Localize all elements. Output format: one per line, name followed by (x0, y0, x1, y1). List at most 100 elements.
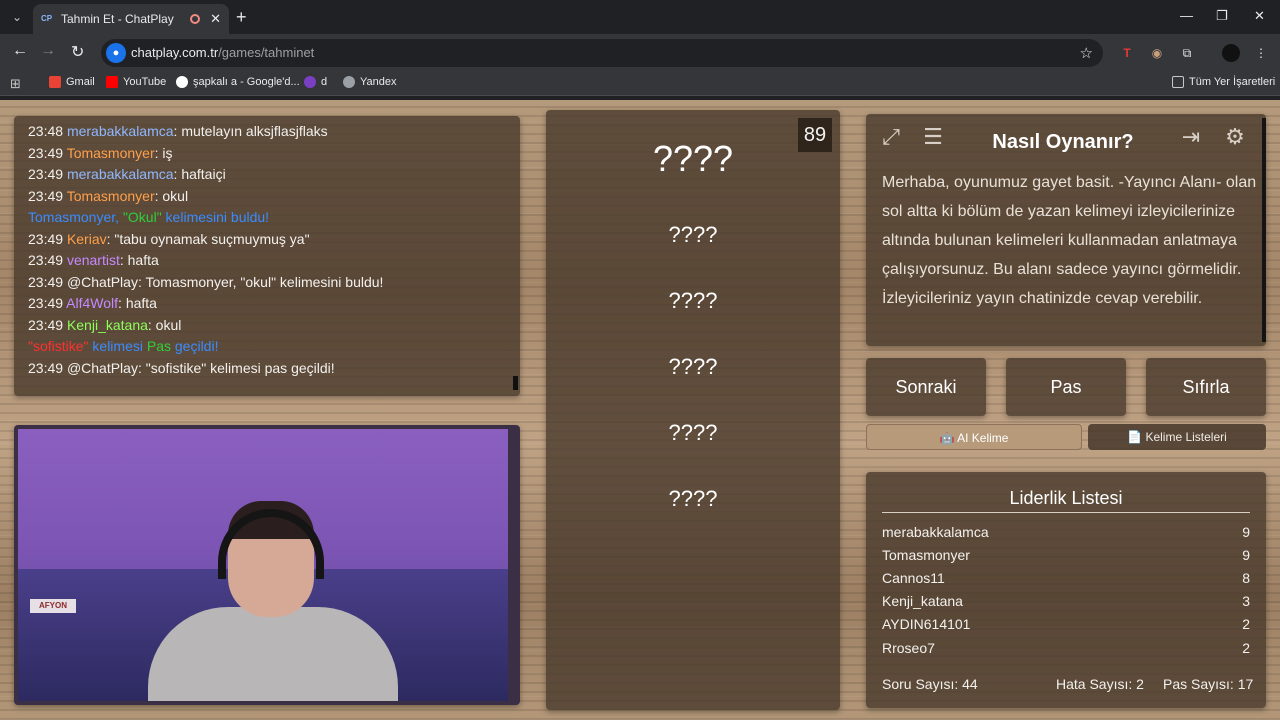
how-to-play-text: Merhaba, oyunumuz gayet basit. -Yayıncı … (882, 174, 1257, 307)
chat-user[interactable]: venartist (67, 252, 120, 268)
chat-time: 23:49 (28, 187, 64, 204)
gmail-icon (49, 76, 61, 88)
player-score: 8 (1242, 569, 1250, 586)
webcam-feed: AFYON (18, 429, 508, 701)
chat-scrollbar[interactable] (513, 376, 518, 390)
chat-user[interactable]: Alf4Wolf (66, 295, 118, 311)
next-button[interactable]: Sonraki (866, 358, 986, 416)
chat-time: 23:49 (28, 359, 64, 376)
divider (882, 512, 1250, 513)
leaderboard-row: Tomasmonyer 9 (882, 543, 1250, 566)
chat-user[interactable]: Tomasmonyer (67, 188, 155, 204)
chat-user[interactable]: merabakkalamca (67, 123, 174, 139)
how-to-play-scrollbar[interactable] (1262, 118, 1266, 342)
chat-user[interactable]: Tomasmonyer (67, 145, 155, 161)
chat-event-part: "Okul" (122, 209, 162, 225)
chat-text: : hafta (119, 252, 159, 268)
word-lists-button[interactable]: 📄 Kelime Listeleri (1088, 424, 1266, 450)
chat-user[interactable]: @ChatPlay (67, 360, 138, 376)
player-score: 9 (1242, 546, 1250, 563)
chat-event: "sofistike" kelimesi Pas geçildi! (14, 336, 520, 358)
chat-panel: 23:48 merabakkalamca: mutelayın alksjfla… (14, 116, 520, 396)
tab-active[interactable]: CP Tahmin Et - ChatPlay ✕ (33, 4, 229, 34)
chat-event-part: "sofistike" (28, 338, 89, 354)
exit-icon[interactable]: ⇥ (1174, 120, 1208, 154)
main-word: ???? (652, 138, 734, 179)
chat-event-part: kelimesini buldu! (161, 209, 270, 225)
address-bar[interactable]: ● chatplay.com.tr/games/tahminet ☆ (101, 39, 1103, 67)
recording-icon (190, 14, 201, 24)
forbidden-word: ???? (668, 420, 718, 445)
tab-title: Tahmin Et - ChatPlay (61, 12, 174, 26)
player-score: 2 (1242, 639, 1250, 656)
chat-message: 23:49 @ChatPlay: "sofistike" kelimesi pa… (14, 358, 520, 380)
forbidden-word: ???? (668, 222, 718, 247)
player-name: Rroseo7 (882, 639, 935, 656)
chat-user[interactable]: Keriav (67, 231, 107, 247)
chat-text: : "sofistike" kelimesi pas geçildi! (137, 359, 335, 376)
bookmark-d[interactable]: d (304, 76, 327, 88)
bookmark-google[interactable]: şapkalı a - Google'd... (176, 76, 300, 88)
close-tab-icon[interactable]: ✕ (210, 11, 221, 27)
chat-text: : okul (154, 187, 189, 204)
leaderboard-row: Rroseo7 2 (882, 636, 1250, 659)
extension-avatar-icon[interactable]: ◉ (1148, 44, 1166, 62)
gear-icon[interactable]: ⚙ (1218, 120, 1252, 154)
apps-icon[interactable]: ⊞ (10, 76, 21, 92)
bookmark-youtube[interactable]: YouTube (106, 76, 166, 88)
list-icon[interactable]: ☰ (916, 120, 950, 154)
extension-tp-icon[interactable]: T (1118, 44, 1136, 62)
player-name: Kenji_katana (882, 593, 963, 610)
maximize-icon[interactable]: ❐ (1216, 8, 1228, 24)
chat-text: : "tabu oynamak suçmuymuş ya" (106, 230, 310, 247)
chat-user[interactable]: @ChatPlay (67, 274, 138, 290)
leaderboard-title: Liderlik Listesi (1009, 488, 1123, 508)
google-icon (176, 76, 188, 88)
chat-message: 23:49 merabakkalamca: haftaiçi (14, 164, 520, 186)
reset-button[interactable]: Sıfırla (1146, 358, 1266, 416)
chat-text: : haftaiçi (173, 166, 226, 182)
pass-count: Pas Sayısı: 17 (1163, 676, 1254, 692)
chat-time: 23:49 (28, 144, 64, 161)
leaderboard-row: merabakkalamca 9 (882, 520, 1250, 543)
words-panel: 89 ???? ???? ???? ???? ???? ???? (546, 110, 840, 710)
forward-icon[interactable]: → (40, 42, 56, 60)
all-bookmarks[interactable]: Tüm Yer İşaretleri (1172, 76, 1275, 88)
forbidden-word: ???? (668, 486, 718, 511)
forbidden-word: ???? (668, 354, 718, 379)
profile-icon[interactable] (1222, 44, 1240, 62)
minimize-icon[interactable]: — (1180, 8, 1193, 23)
chat-text: : mutelayın alksjflasjflaks (173, 123, 328, 139)
back-icon[interactable]: ← (12, 42, 28, 60)
chat-user[interactable]: merabakkalamca (67, 166, 174, 182)
chat-event-part: Tomasmonyer, (28, 209, 123, 225)
chat-time: 23:49 (28, 316, 64, 333)
reload-icon[interactable]: ↻ (71, 42, 84, 62)
chat-text: : Tomasmonyer, "okul" kelimesini buldu! (137, 273, 384, 290)
chat-user[interactable]: Kenji_katana (67, 317, 148, 333)
player-name: Cannos11 (882, 569, 945, 586)
ai-word-button[interactable]: 🤖 AI Kelime (866, 424, 1082, 450)
webcam-panel: AFYON (14, 425, 520, 705)
extensions-icon[interactable]: ⧉ (1178, 44, 1196, 62)
chat-message: 23:49 venartist: hafta (14, 250, 520, 272)
close-window-icon[interactable]: ✕ (1254, 8, 1265, 24)
expand-icon[interactable]: ⤢ (874, 120, 908, 154)
new-tab-icon[interactable]: + (236, 7, 247, 28)
chat-time: 23:48 (28, 123, 64, 139)
menu-icon[interactable]: ⋮ (1252, 44, 1270, 62)
player-name: AYDIN614101 (882, 616, 971, 633)
pass-button[interactable]: Pas (1006, 358, 1126, 416)
bookmark-yandex[interactable]: Yandex (343, 76, 397, 88)
chat-time: 23:49 (28, 230, 64, 247)
bookmark-gmail[interactable]: Gmail (49, 76, 95, 88)
forbidden-word: ???? (668, 288, 718, 313)
tab-search-icon[interactable]: ⌄ (8, 8, 26, 26)
site-info-icon[interactable]: ● (106, 43, 126, 63)
url-text: chatplay.com.tr/games/tahminet (131, 45, 315, 60)
bookmark-star-icon[interactable]: ☆ (1080, 44, 1093, 62)
browser-toolbar: ← → ↻ ● chatplay.com.tr/games/tahminet ☆… (0, 34, 1280, 72)
chat-message: 23:49 Alf4Wolf: hafta (14, 293, 520, 315)
question-count: Soru Sayısı: 44 (882, 676, 978, 692)
player-name: merabakkalamca (882, 523, 989, 540)
